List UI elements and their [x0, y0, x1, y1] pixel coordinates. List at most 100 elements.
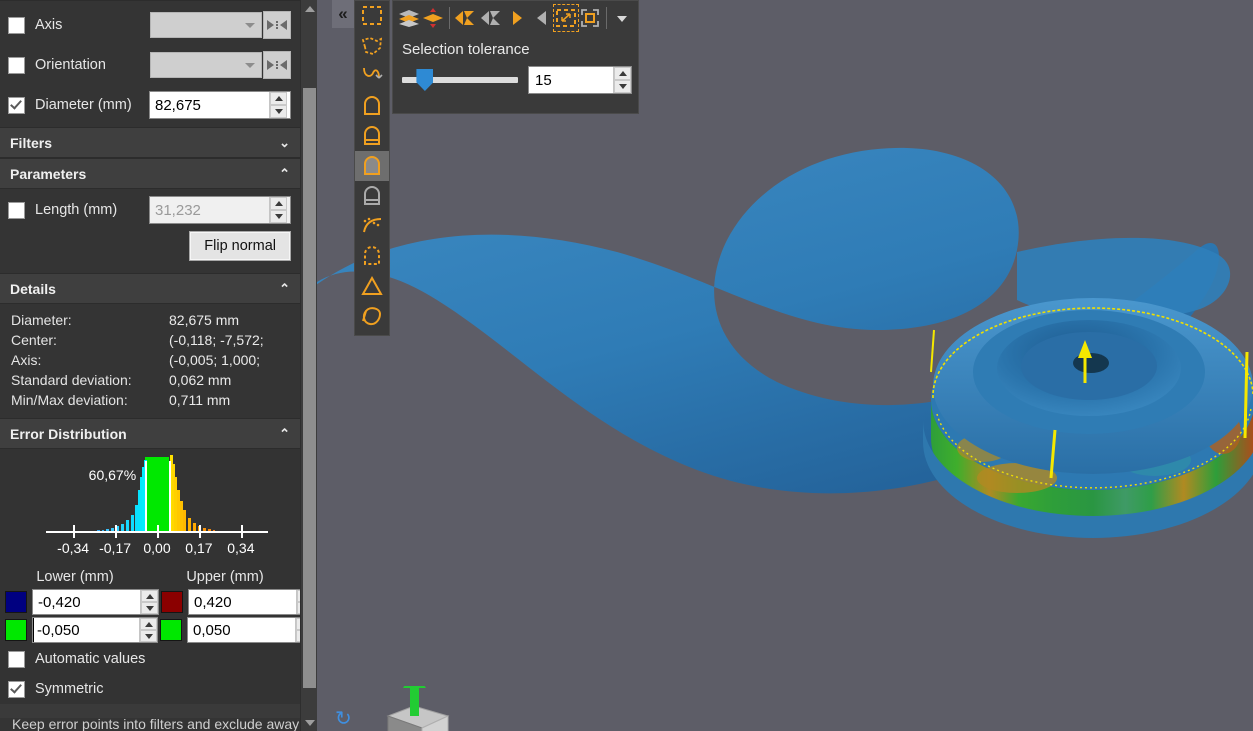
- button-expand-region[interactable]: [554, 5, 577, 31]
- arrow-up-icon: [305, 6, 315, 12]
- detail-row: Min/Max deviation: 0,711 mm: [0, 390, 300, 410]
- orientation-checkbox[interactable]: [8, 57, 25, 74]
- lower-inner-value[interactable]: -0,050: [33, 618, 139, 642]
- spin-buttons[interactable]: [140, 590, 158, 614]
- tool-arch-dashed[interactable]: [355, 241, 389, 271]
- button-more-options[interactable]: [611, 5, 634, 31]
- detail-row: Diameter: 82,675 mm: [0, 310, 300, 330]
- detail-key: Diameter:: [11, 310, 169, 330]
- selection-tolerance-slider[interactable]: [402, 77, 518, 83]
- orientation-pick-button[interactable]: [263, 51, 291, 79]
- rotate-ccw-icon[interactable]: ↻: [335, 706, 352, 731]
- collapse-toolbar-button[interactable]: «: [332, 0, 354, 28]
- section-header-parameters[interactable]: Parameters ⌃: [0, 158, 300, 189]
- section-title-error-distribution: Error Distribution: [10, 426, 127, 442]
- selection-marker: [931, 330, 934, 372]
- scrollbar-up-button[interactable]: [301, 0, 318, 17]
- spin-up-button[interactable]: [140, 618, 157, 630]
- chevron-up-icon: ⌃: [279, 427, 290, 440]
- view-cube[interactable]: [370, 686, 450, 731]
- spin-down-button[interactable]: [614, 80, 631, 93]
- section-header-filters[interactable]: Filters ⌄: [0, 127, 300, 158]
- view-cube-icon: [370, 686, 460, 731]
- properties-panel: Constraints ⌃ Axis: [0, 0, 300, 731]
- lower-header: Lower (mm): [0, 569, 150, 585]
- tool-blob-select[interactable]: [355, 301, 389, 331]
- lower-outer-value[interactable]: -0,420: [33, 590, 140, 614]
- axis-pick-button[interactable]: [263, 11, 291, 39]
- button-step-forward[interactable]: [506, 5, 529, 31]
- length-checkbox[interactable]: [8, 202, 25, 219]
- spin-buttons[interactable]: [613, 67, 631, 93]
- button-select-visible[interactable]: [397, 5, 420, 31]
- arrow-up-icon: [619, 71, 627, 76]
- upper-outer-spinner[interactable]: 0,420: [188, 589, 300, 615]
- diameter-spinner[interactable]: 82,675: [149, 91, 291, 119]
- orientation-combo[interactable]: [150, 52, 262, 78]
- spin-down-button[interactable]: [270, 210, 287, 223]
- spin-buttons[interactable]: [139, 618, 157, 642]
- length-spinner[interactable]: 31,232: [149, 196, 291, 224]
- section-header-details[interactable]: Details ⌃: [0, 273, 300, 304]
- automatic-values-checkbox[interactable]: [8, 651, 25, 668]
- diameter-checkbox[interactable]: [8, 97, 25, 114]
- tool-path-select[interactable]: [355, 61, 389, 91]
- tool-arch-outline[interactable]: [355, 91, 389, 121]
- tool-arch-split[interactable]: [355, 121, 389, 151]
- spin-up-button[interactable]: [141, 590, 158, 602]
- spin-down-button[interactable]: [141, 602, 158, 614]
- axis-checkbox[interactable]: [8, 17, 25, 34]
- spin-down-button[interactable]: [270, 105, 287, 118]
- button-step-back[interactable]: [530, 5, 553, 31]
- axis-combo[interactable]: [150, 12, 262, 38]
- button-contract-region[interactable]: [579, 5, 602, 31]
- axis-tick: [115, 525, 117, 538]
- section-header-error-distribution[interactable]: Error Distribution ⌃: [0, 418, 300, 449]
- axis-tick-label: 0,17: [185, 540, 212, 556]
- flip-normal-button[interactable]: Flip normal: [189, 231, 291, 261]
- diameter-spin-buttons[interactable]: [269, 92, 287, 118]
- detail-row: Standard deviation: 0,062 mm: [0, 370, 300, 390]
- tool-triangle-select[interactable]: [355, 271, 389, 301]
- slider-handle[interactable]: [416, 69, 433, 91]
- tool-freeform-select[interactable]: [355, 31, 389, 61]
- scrollbar-thumb[interactable]: [303, 88, 316, 688]
- selection-tolerance-spinner[interactable]: 15: [528, 66, 632, 94]
- length-value[interactable]: 31,232: [150, 197, 269, 223]
- upper-inner-color-swatch[interactable]: [160, 619, 182, 641]
- histogram-bar: [131, 515, 134, 532]
- tool-rect-select[interactable]: [355, 1, 389, 31]
- selection-tolerance-value[interactable]: 15: [529, 67, 613, 93]
- tool-dotted-curve[interactable]: [355, 211, 389, 241]
- upper-inner-value[interactable]: 0,050: [188, 618, 295, 642]
- button-select-through[interactable]: [421, 5, 444, 31]
- spin-up-button[interactable]: [270, 197, 287, 210]
- scrollbar-down-button[interactable]: [301, 714, 318, 731]
- histogram-bar-peak: [145, 457, 170, 532]
- lower-inner-color-swatch[interactable]: [5, 619, 27, 641]
- spin-down-button[interactable]: [140, 630, 157, 642]
- selection-tolerance-label: Selection tolerance: [393, 35, 638, 58]
- upper-outer-color-swatch[interactable]: [161, 591, 183, 613]
- curve-path-icon: [360, 65, 384, 87]
- button-shrink-selection[interactable]: [480, 5, 505, 31]
- pick-icon-mirror: [280, 20, 287, 30]
- detail-row: Center: (-0,118; -7,572;: [0, 330, 300, 350]
- constraints-body: Axis Orientation: [0, 1, 300, 127]
- tool-arch-filled[interactable]: [355, 151, 389, 181]
- diameter-value[interactable]: 82,675: [150, 92, 269, 118]
- button-grow-selection[interactable]: [454, 5, 479, 31]
- arrow-up-icon: [145, 622, 153, 627]
- lower-outer-spinner[interactable]: -0,420: [32, 589, 159, 615]
- panel-scrollbar[interactable]: [300, 0, 318, 731]
- upper-inner-spinner[interactable]: 0,050: [187, 617, 300, 643]
- length-spin-buttons[interactable]: [269, 197, 287, 223]
- tool-arch-grey[interactable]: [355, 181, 389, 211]
- lower-outer-color-swatch[interactable]: [5, 591, 27, 613]
- arch-dashed-icon: [360, 245, 384, 267]
- symmetric-checkbox[interactable]: [8, 681, 25, 698]
- spin-up-button[interactable]: [270, 92, 287, 105]
- lower-inner-spinner[interactable]: -0,050: [32, 617, 158, 643]
- upper-outer-value[interactable]: 0,420: [189, 590, 296, 614]
- spin-up-button[interactable]: [614, 67, 631, 80]
